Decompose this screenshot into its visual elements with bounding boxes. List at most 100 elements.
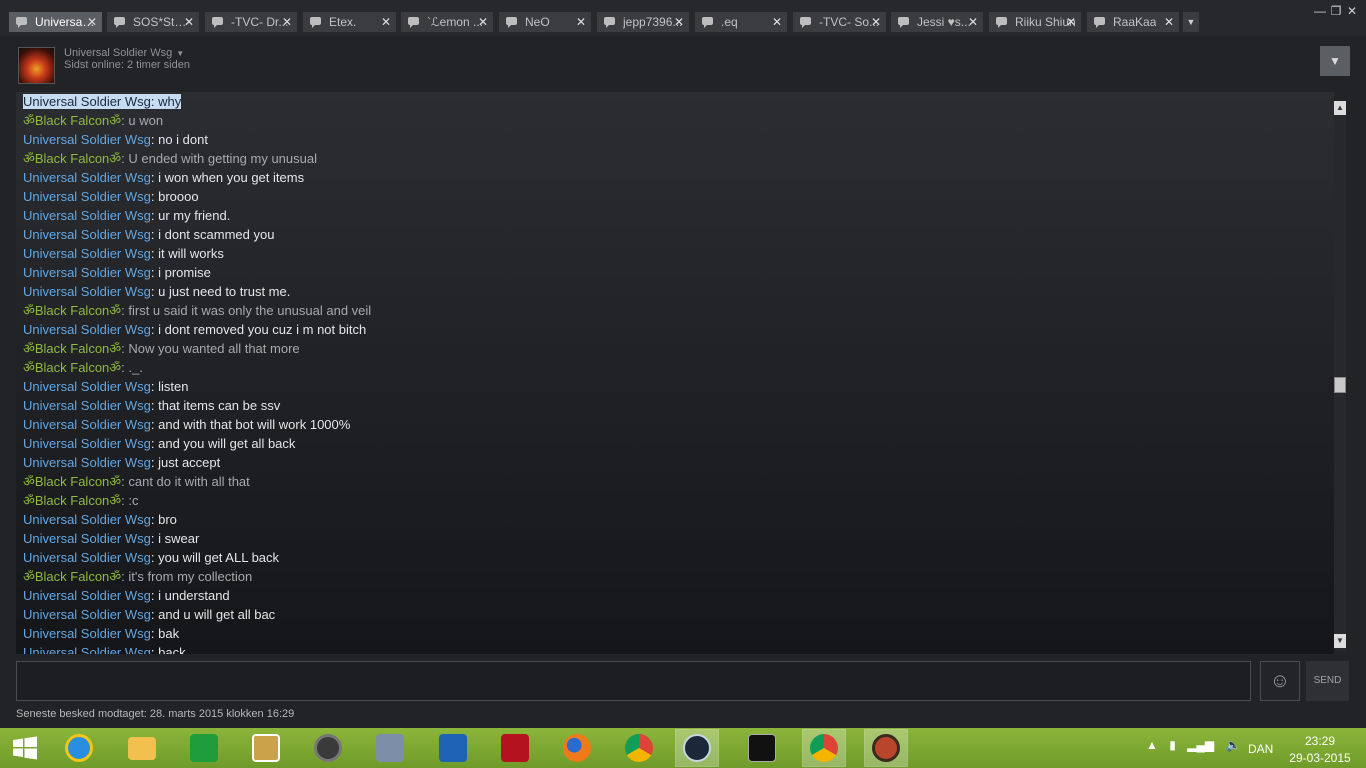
- start-button[interactable]: [4, 730, 46, 766]
- message-sender[interactable]: Universal Soldier Wsg: [23, 284, 151, 299]
- taskbar-store[interactable]: [183, 730, 225, 766]
- chat-message: ॐBlack Falconॐ: :c: [16, 491, 1334, 510]
- message-sender[interactable]: Universal Soldier Wsg: [23, 227, 151, 242]
- message-sender[interactable]: ॐBlack Falconॐ: [23, 341, 121, 356]
- close-icon[interactable]: ✕: [1066, 12, 1076, 32]
- message-sender[interactable]: Universal Soldier Wsg: [23, 417, 151, 432]
- message-sender[interactable]: ॐBlack Falconॐ: [23, 569, 121, 584]
- taskbar-team-fortress-2[interactable]: [864, 729, 908, 767]
- send-button[interactable]: SEND: [1306, 661, 1349, 701]
- chat-tab[interactable]: Riiku Shiun ✕: [989, 12, 1081, 32]
- message-sender[interactable]: Universal Soldier Wsg: [23, 550, 151, 565]
- taskbar-chrome-window[interactable]: [802, 729, 846, 767]
- close-icon[interactable]: ✕: [871, 12, 881, 32]
- message-text: first u said it was only the unusual and…: [128, 303, 372, 318]
- chat-message: Universal Soldier Wsg: bro: [16, 510, 1334, 529]
- close-icon[interactable]: ✕: [968, 12, 978, 32]
- power-status-icon[interactable]: ▮: [1169, 738, 1176, 752]
- close-icon[interactable]: ✕: [674, 12, 684, 32]
- chat-input[interactable]: [16, 661, 1251, 701]
- message-sender[interactable]: ॐBlack Falconॐ: [23, 303, 121, 318]
- language-indicator[interactable]: DAN: [1248, 742, 1273, 756]
- taskbar-firefox[interactable]: [556, 730, 598, 766]
- volume-icon[interactable]: 🔈: [1226, 738, 1241, 752]
- media-player-icon: [252, 734, 280, 762]
- chat-tab[interactable]: NeO ✕: [499, 12, 591, 32]
- chat-tab[interactable]: -TVC- Dr... ✕: [205, 12, 297, 32]
- maximize-icon[interactable]: ❐: [1328, 4, 1344, 18]
- chat-tab[interactable]: .eq ✕: [695, 12, 787, 32]
- close-icon[interactable]: ✕: [87, 12, 97, 32]
- message-sender[interactable]: Universal Soldier Wsg: [23, 436, 151, 451]
- close-icon[interactable]: ✕: [381, 12, 391, 32]
- tab-overflow-button[interactable]: ▼: [1183, 12, 1199, 32]
- friend-name[interactable]: Universal Soldier Wsg ▼: [64, 47, 184, 59]
- taskbar-file-explorer[interactable]: [121, 730, 163, 766]
- message-sender[interactable]: Universal Soldier Wsg: [23, 626, 151, 641]
- speaker-icon: [314, 734, 342, 762]
- chat-tab[interactable]: jepp7396... ✕: [597, 12, 689, 32]
- close-window-icon[interactable]: ✕: [1344, 4, 1360, 18]
- message-sender[interactable]: ॐBlack Falconॐ: [23, 113, 121, 128]
- close-icon[interactable]: ✕: [478, 12, 488, 32]
- message-sender[interactable]: Universal Soldier Wsg: [23, 588, 151, 603]
- taskbar-settings[interactable]: [432, 730, 474, 766]
- avatar[interactable]: [18, 47, 55, 84]
- message-sender[interactable]: Universal Soldier Wsg: [23, 455, 151, 470]
- message-sender[interactable]: Universal Soldier Wsg: [23, 170, 151, 185]
- chrome-icon: [625, 734, 653, 762]
- message-sender[interactable]: Universal Soldier Wsg: [23, 265, 151, 280]
- minimize-icon[interactable]: —: [1312, 4, 1328, 18]
- taskbar-chrome[interactable]: [618, 730, 660, 766]
- close-icon[interactable]: ✕: [576, 12, 586, 32]
- chat-message: Universal Soldier Wsg: i understand: [16, 586, 1334, 605]
- scroll-down-arrow-icon[interactable]: ▼: [1334, 634, 1346, 648]
- message-sender[interactable]: Universal Soldier Wsg: [23, 94, 151, 109]
- message-sender[interactable]: Universal Soldier Wsg: [23, 208, 151, 223]
- message-sender[interactable]: Universal Soldier Wsg: [23, 398, 151, 413]
- clock-date[interactable]: 29-03-2015: [1286, 751, 1354, 765]
- taskbar-speaker[interactable]: [307, 730, 349, 766]
- message-sender[interactable]: Universal Soldier Wsg: [23, 246, 151, 261]
- network-signal-icon[interactable]: ▂▄▆: [1187, 738, 1214, 752]
- message-sender[interactable]: Universal Soldier Wsg: [23, 189, 151, 204]
- message-sender[interactable]: Universal Soldier Wsg: [23, 607, 151, 622]
- chevron-down-icon[interactable]: ▼: [176, 49, 184, 58]
- scrollbar-thumb[interactable]: [1334, 377, 1346, 393]
- chat-scrollbar[interactable]: [1334, 101, 1346, 651]
- chat-tab[interactable]: `ℒemon ... ✕: [401, 12, 493, 32]
- taskbar-command-prompt[interactable]: [741, 730, 783, 766]
- close-icon[interactable]: ✕: [282, 12, 292, 32]
- message-sender[interactable]: ॐBlack Falconॐ: [23, 151, 121, 166]
- taskbar-docs[interactable]: [369, 730, 411, 766]
- scroll-up-arrow-icon[interactable]: ▲: [1334, 101, 1346, 115]
- chat-tab[interactable]: Universal... ✕: [9, 12, 102, 32]
- emoticon-button[interactable]: ☺: [1260, 661, 1300, 701]
- message-sender[interactable]: Universal Soldier Wsg: [23, 645, 151, 654]
- close-icon[interactable]: ✕: [772, 12, 782, 32]
- message-sender[interactable]: Universal Soldier Wsg: [23, 322, 151, 337]
- chat-tab[interactable]: RaaKaa ✕: [1087, 12, 1179, 32]
- chat-tab[interactable]: Jessi ♥s... ✕: [891, 12, 983, 32]
- message-sender[interactable]: ॐBlack Falconॐ: [23, 474, 121, 489]
- taskbar-internet-explorer[interactable]: [58, 730, 100, 766]
- options-menu-button[interactable]: ▼: [1320, 46, 1350, 76]
- taskbar-steam[interactable]: [675, 729, 719, 767]
- last-message-status: Seneste besked modtaget: 28. marts 2015 …: [16, 708, 295, 720]
- message-sender[interactable]: ॐBlack Falconॐ: [23, 360, 121, 375]
- chat-message: ॐBlack Falconॐ: cant do it with all that: [16, 472, 1334, 491]
- taskbar-power[interactable]: [494, 730, 536, 766]
- message-sender[interactable]: Universal Soldier Wsg: [23, 132, 151, 147]
- close-icon[interactable]: ✕: [1164, 12, 1174, 32]
- show-hidden-icons-icon[interactable]: ▲: [1146, 738, 1158, 752]
- chat-tab[interactable]: -TVC- So... ✕: [793, 12, 886, 32]
- taskbar-media-player[interactable]: [245, 730, 287, 766]
- message-sender[interactable]: Universal Soldier Wsg: [23, 531, 151, 546]
- clock-time[interactable]: 23:29: [1290, 734, 1350, 748]
- message-sender[interactable]: Universal Soldier Wsg: [23, 512, 151, 527]
- close-icon[interactable]: ✕: [184, 12, 194, 32]
- chat-tab[interactable]: Etex. ✕: [303, 12, 396, 32]
- chat-tab[interactable]: SOS*Stei... ✕: [107, 12, 199, 32]
- message-sender[interactable]: ॐBlack Falconॐ: [23, 493, 121, 508]
- message-sender[interactable]: Universal Soldier Wsg: [23, 379, 151, 394]
